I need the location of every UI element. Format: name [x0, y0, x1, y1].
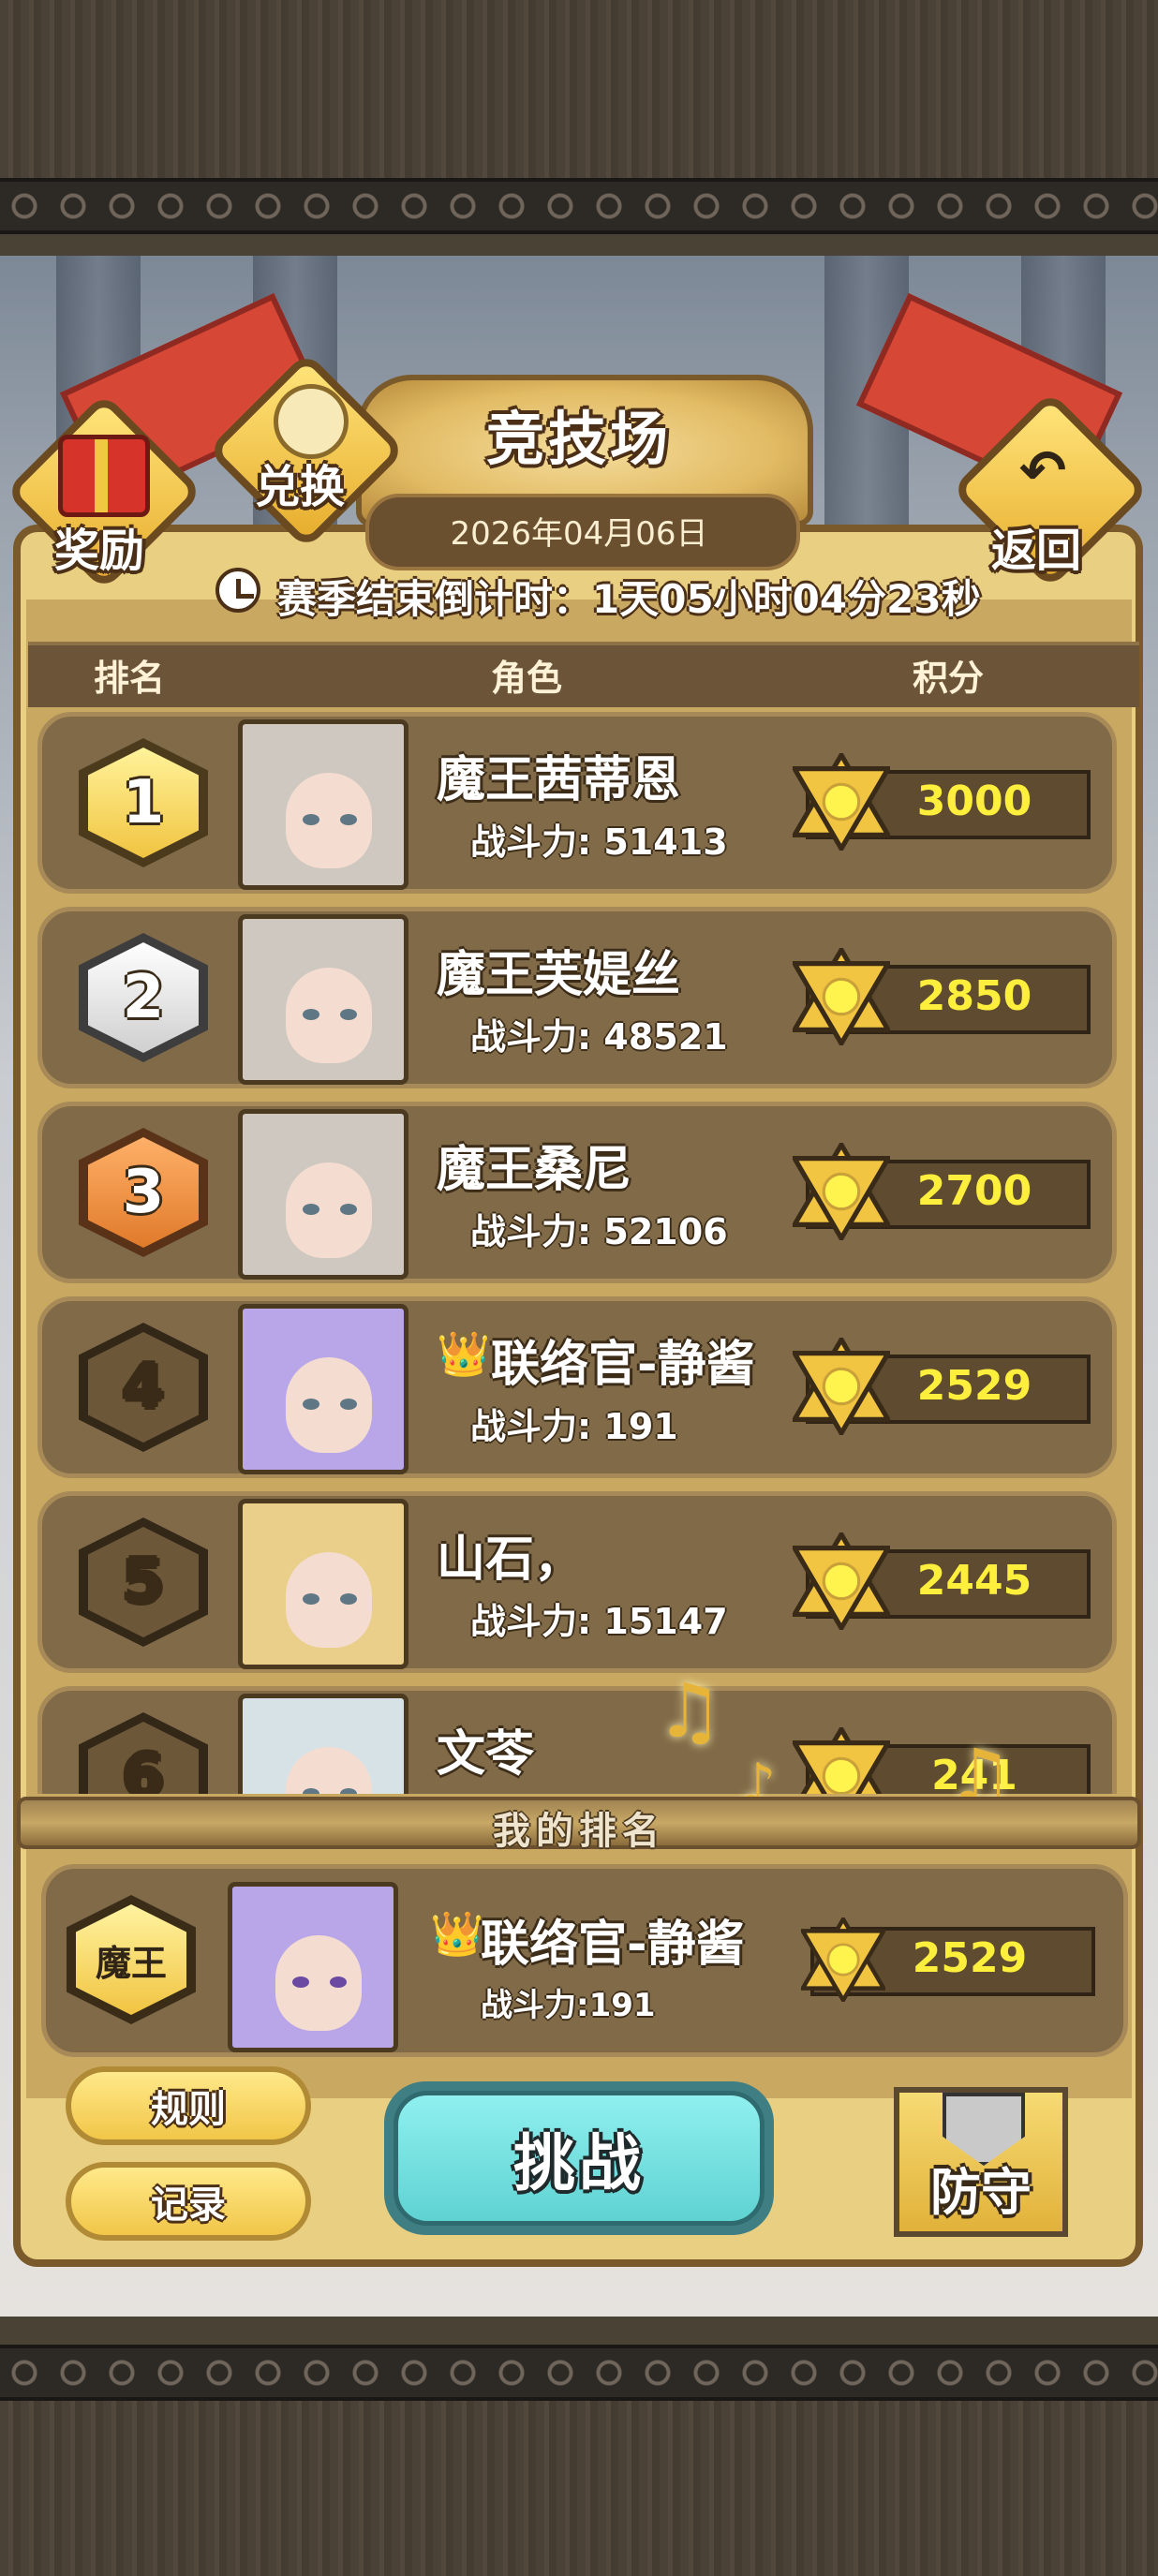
avatar	[238, 1304, 408, 1474]
my-ranking-row[interactable]: 魔王 👑 联络官-静酱 战斗力:191 2529	[41, 1864, 1128, 2057]
my-player-name: 联络官-静酱	[481, 1917, 745, 1973]
star-emblem-icon	[793, 1727, 890, 1794]
ranking-row[interactable]: 5 山石， 战斗力: 15147 2445	[37, 1491, 1117, 1673]
my-score: 2529	[912, 1934, 1028, 1982]
season-countdown: 赛季结束倒计时：1天05小时04分23秒	[277, 576, 981, 622]
player-name: 山石，	[437, 1532, 584, 1588]
column-rank: 排名	[94, 658, 166, 699]
gift-icon	[58, 435, 150, 517]
wood-background-bottom	[0, 2401, 1158, 2576]
return-arrow-icon: ↶	[1019, 438, 1067, 504]
challenge-label: 挑战	[393, 2091, 765, 2226]
wood-background-top	[0, 0, 1158, 178]
player-score: 2529	[916, 1362, 1032, 1410]
ornament-band-top	[0, 178, 1158, 234]
ranking-row[interactable]: 3 魔王桑尼 战斗力: 52106 2700	[37, 1102, 1117, 1283]
page-title: 竞技场	[485, 405, 672, 473]
avatar	[238, 1499, 408, 1669]
defend-label: 防守	[930, 2163, 1032, 2222]
player-power: 战斗力: 52106	[470, 1211, 728, 1252]
music-note-icon: ♫	[656, 1667, 723, 1754]
player-name: 魔王桑尼	[437, 1142, 632, 1198]
star-emblem-icon	[793, 948, 890, 1045]
my-player-power: 战斗力:191	[481, 1987, 656, 2024]
sword-emblem-icon	[274, 384, 349, 459]
reward-label: 奖励	[54, 525, 145, 577]
column-role: 角色	[491, 658, 563, 699]
ranking-row[interactable]: 4 👑 联络官-静酱 战斗力: 191 2529	[37, 1296, 1117, 1478]
player-name: 魔王茜蒂恩	[437, 752, 681, 808]
player-score: 2700	[916, 1167, 1032, 1215]
player-score: 2850	[916, 972, 1032, 1020]
player-power: 战斗力: 15147	[470, 1601, 728, 1642]
avatar	[238, 1109, 408, 1280]
record-button[interactable]: 记录	[66, 2162, 311, 2241]
star-emblem-icon	[801, 1917, 885, 2002]
ranking-row[interactable]: 1 魔王茜蒂恩 战斗力: 51413 3000	[37, 712, 1117, 894]
season-date: 2026年04月06日	[450, 515, 708, 553]
player-score: 3000	[916, 777, 1032, 825]
ranking-list[interactable]: 1 魔王茜蒂恩 战斗力: 51413 3000 2 魔王芙媞丝 战斗力: 48521 2850…	[37, 712, 1124, 1794]
crown-icon: 👑	[437, 1328, 491, 1379]
crown-icon: 👑	[430, 1908, 484, 1959]
star-emblem-icon	[793, 753, 890, 851]
challenge-button[interactable]: 挑战	[384, 2081, 774, 2235]
column-score: 积分	[913, 658, 985, 699]
player-name: 文苓	[437, 1726, 535, 1783]
player-name: 联络官-静酱	[491, 1337, 755, 1393]
avatar	[238, 1694, 408, 1794]
clock-icon	[215, 568, 260, 613]
player-power: 战斗力: 48521	[470, 1016, 728, 1058]
player-power: 战斗力: 51413	[470, 822, 728, 863]
ornament-band-bottom	[0, 2345, 1158, 2401]
back-label: 返回	[991, 525, 1082, 577]
player-power: 战斗力: 191	[470, 1406, 678, 1447]
player-score: 2445	[916, 1557, 1032, 1605]
star-emblem-icon	[793, 1143, 890, 1240]
my-ranking-title: 我的排名	[493, 1810, 665, 1853]
player-name: 魔王芙媞丝	[437, 947, 681, 1003]
avatar	[238, 719, 408, 890]
star-emblem-icon	[793, 1338, 890, 1435]
avatar	[238, 914, 408, 1085]
star-emblem-icon	[793, 1532, 890, 1630]
my-rank-badge: 魔王	[67, 1895, 196, 2024]
ranking-row[interactable]: 2 魔王芙媞丝 战斗力: 48521 2850	[37, 907, 1117, 1088]
exchange-label: 兑换	[255, 461, 346, 513]
rules-button[interactable]: 规则	[66, 2066, 311, 2145]
avatar	[228, 1882, 398, 2052]
